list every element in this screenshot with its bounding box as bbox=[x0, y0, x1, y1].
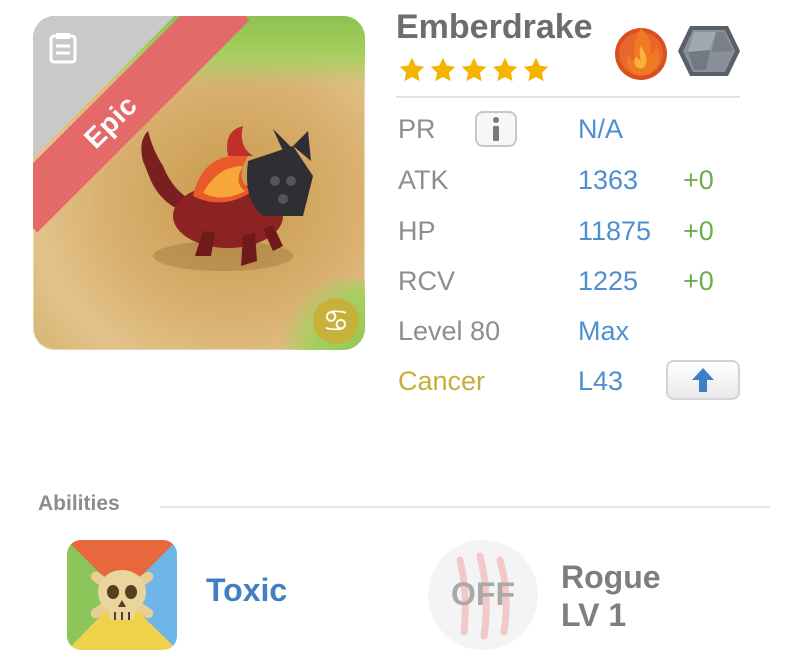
cancer-icon: ♋ bbox=[313, 298, 359, 344]
passive-ability-name[interactable]: Rogue LV 1 bbox=[561, 558, 661, 634]
atk-label: ATK bbox=[398, 165, 449, 195]
rock-icon bbox=[678, 26, 740, 76]
monster-portrait[interactable]: Epic ♋ bbox=[33, 16, 365, 350]
zodiac-upgrade-button[interactable] bbox=[666, 360, 740, 400]
star-icon bbox=[430, 57, 456, 82]
level-label: Level 80 bbox=[398, 316, 501, 346]
star-icon bbox=[461, 57, 487, 82]
header-divider bbox=[396, 96, 740, 98]
monster-name: Emberdrake bbox=[396, 8, 593, 46]
abilities-title: Abilities bbox=[38, 492, 120, 515]
star-rating bbox=[398, 56, 550, 84]
rcv-value: 1225 bbox=[578, 266, 639, 296]
atk-bonus: +0 bbox=[683, 165, 714, 195]
pr-info-button[interactable] bbox=[475, 111, 517, 147]
passive-off-label: OFF bbox=[451, 576, 515, 612]
rcv-bonus: +0 bbox=[683, 266, 714, 296]
passive-ability-title: Rogue bbox=[561, 559, 661, 595]
star-icon bbox=[523, 57, 549, 82]
hp-label: HP bbox=[398, 216, 436, 246]
star-icon bbox=[492, 57, 518, 82]
star-icon bbox=[399, 57, 425, 82]
skull-icon bbox=[90, 570, 154, 620]
zodiac-level: L43 bbox=[578, 366, 624, 396]
toxic-ability-icon[interactable] bbox=[67, 540, 177, 650]
hp-value: 11875 bbox=[578, 216, 652, 246]
rcv-label: RCV bbox=[398, 266, 456, 296]
hp-bonus: +0 bbox=[683, 216, 714, 246]
atk-value: 1363 bbox=[578, 165, 639, 195]
passive-ability-level: LV 1 bbox=[561, 597, 627, 633]
fire-icon bbox=[615, 28, 667, 80]
zodiac-label: Cancer bbox=[398, 366, 486, 396]
memo-icon[interactable] bbox=[45, 30, 81, 66]
arrow-up-icon bbox=[692, 368, 714, 392]
pr-label: PR bbox=[398, 114, 436, 144]
info-icon bbox=[493, 117, 499, 141]
level-value: Max bbox=[578, 316, 630, 346]
pr-value: N/A bbox=[578, 114, 624, 144]
abilities-divider bbox=[160, 506, 770, 508]
active-ability-name[interactable]: Toxic bbox=[206, 572, 287, 609]
rogue-ability-icon[interactable]: OFF bbox=[428, 540, 538, 650]
